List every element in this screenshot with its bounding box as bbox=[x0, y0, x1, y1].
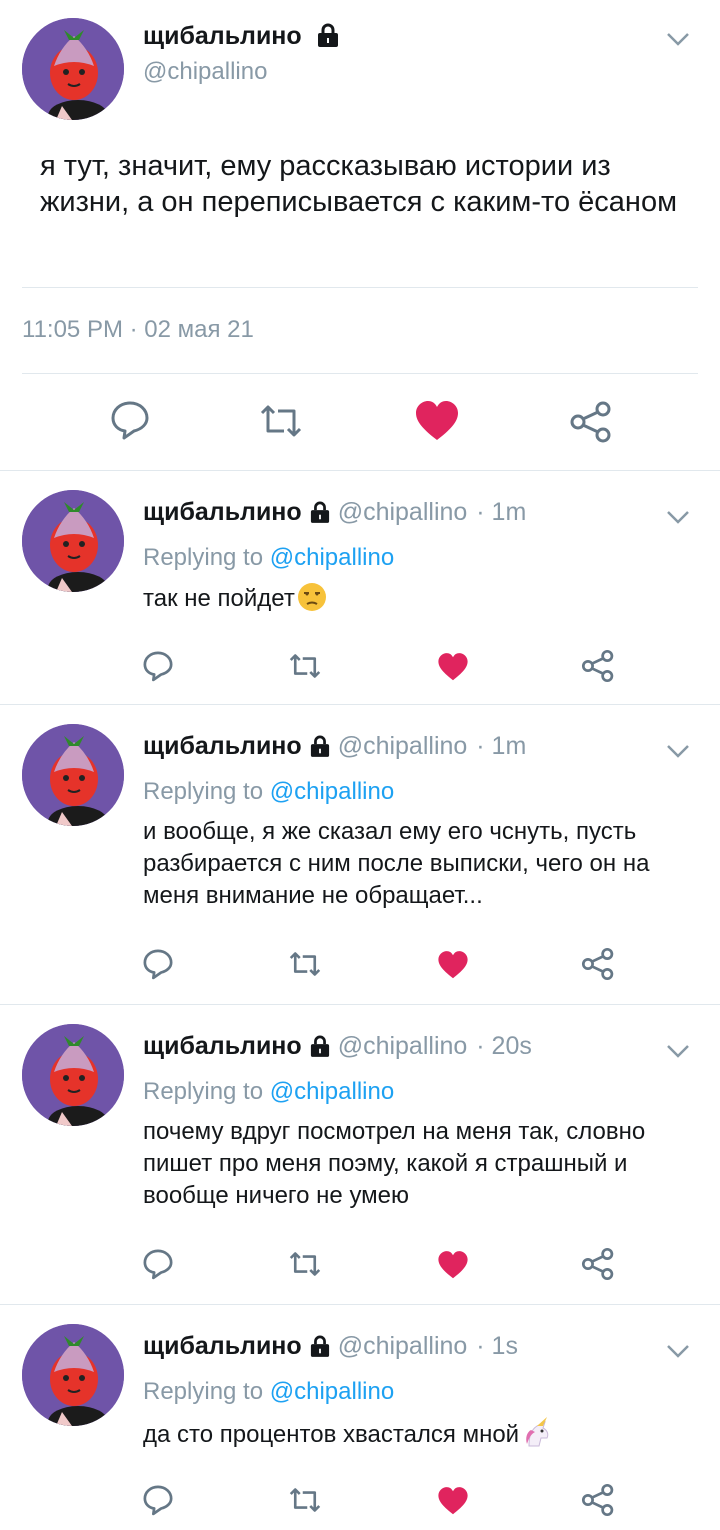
mention-link[interactable]: @chipallino bbox=[270, 544, 394, 571]
share-button[interactable] bbox=[580, 946, 616, 982]
mention-link[interactable]: @chipallino bbox=[270, 1078, 394, 1105]
reply-icon bbox=[143, 949, 173, 980]
tweet-text: почему вдруг посмотрел на меня так, слов… bbox=[143, 1118, 646, 1209]
replying-to: Replying to @chipallino bbox=[143, 1078, 395, 1105]
heart-icon bbox=[438, 951, 468, 979]
display-name[interactable]: щибальлино @chipallino · 1m bbox=[143, 498, 526, 527]
like-button[interactable] bbox=[414, 400, 460, 442]
retweet-button[interactable] bbox=[285, 1248, 325, 1280]
chevron-down-icon[interactable] bbox=[666, 32, 690, 46]
divider bbox=[22, 287, 698, 288]
mention-link[interactable]: @chipallino bbox=[270, 778, 394, 805]
retweet-icon bbox=[289, 1252, 321, 1276]
divider bbox=[0, 470, 720, 471]
tweet-text: так не пойдет bbox=[143, 582, 703, 621]
unicorn-emoji bbox=[521, 1416, 553, 1457]
tweet-time: · 1m bbox=[476, 732, 527, 760]
reply-button[interactable] bbox=[140, 648, 176, 684]
reply-icon bbox=[143, 1249, 173, 1280]
share-icon bbox=[581, 1483, 614, 1517]
reply-button[interactable] bbox=[108, 398, 152, 442]
display-name[interactable]: щибальлино @chipallino · 20s bbox=[143, 1032, 532, 1061]
replying-to: Replying to @chipallino bbox=[143, 778, 395, 805]
retweet-icon bbox=[289, 952, 321, 976]
heart-icon bbox=[438, 1487, 468, 1515]
share-icon bbox=[581, 947, 614, 981]
tweet-text: да сто процентов хвастался мной bbox=[143, 1416, 703, 1457]
reply-icon bbox=[143, 651, 173, 682]
share-button[interactable] bbox=[580, 1482, 616, 1518]
display-name[interactable]: щибальлино @chipallino · 1s bbox=[143, 1332, 518, 1361]
timestamp: 11:05 PM · 02 мая 21 bbox=[22, 316, 254, 343]
divider bbox=[22, 373, 698, 374]
retweet-button[interactable] bbox=[256, 400, 306, 442]
share-icon bbox=[581, 1247, 614, 1281]
lock-icon bbox=[310, 501, 329, 523]
heart-icon bbox=[416, 401, 458, 440]
tweet-time: · 1m bbox=[476, 498, 527, 526]
handle: @chipallino bbox=[337, 1032, 468, 1060]
handle: @chipallino bbox=[337, 498, 468, 526]
share-button[interactable] bbox=[580, 1246, 616, 1282]
reply-button[interactable] bbox=[140, 946, 176, 982]
lock-icon bbox=[310, 735, 329, 757]
lock-icon bbox=[317, 23, 338, 47]
lock-icon bbox=[310, 1335, 329, 1357]
handle: @chipallino bbox=[337, 732, 468, 760]
share-button[interactable] bbox=[580, 648, 616, 684]
display-name[interactable]: щибальлино @chipallino · 1m bbox=[143, 732, 526, 761]
tweet-time: · 20s bbox=[476, 1032, 532, 1060]
unamused-face-emoji bbox=[297, 582, 327, 621]
handle: @chipallino bbox=[143, 58, 268, 85]
share-icon bbox=[570, 401, 611, 443]
divider bbox=[0, 1004, 720, 1005]
like-button[interactable] bbox=[436, 1485, 470, 1517]
retweet-icon bbox=[260, 405, 302, 437]
retweet-button[interactable] bbox=[285, 948, 325, 980]
retweet-button[interactable] bbox=[285, 1484, 325, 1516]
avatar[interactable] bbox=[22, 724, 124, 826]
reply-button[interactable] bbox=[140, 1482, 176, 1518]
chevron-down-icon[interactable] bbox=[666, 1044, 690, 1058]
chevron-down-icon[interactable] bbox=[666, 1344, 690, 1358]
heart-icon bbox=[438, 653, 468, 681]
handle: @chipallino bbox=[337, 1332, 468, 1360]
tweet-time: · 1s bbox=[476, 1332, 518, 1360]
heart-icon bbox=[438, 1251, 468, 1279]
retweet-button[interactable] bbox=[285, 650, 325, 682]
tweet-text: и вообще, я же сказал ему его чснуть, пу… bbox=[143, 818, 650, 909]
share-icon bbox=[581, 649, 614, 683]
reply-icon bbox=[111, 401, 149, 440]
avatar[interactable] bbox=[22, 1024, 124, 1126]
tweet-text: я тут, значит, ему рассказываю истории и… bbox=[40, 150, 678, 218]
retweet-icon bbox=[289, 1488, 321, 1512]
avatar[interactable] bbox=[22, 490, 124, 592]
share-button[interactable] bbox=[569, 400, 613, 444]
divider bbox=[0, 1304, 720, 1305]
chevron-down-icon[interactable] bbox=[666, 744, 690, 758]
replying-to: Replying to @chipallino bbox=[143, 1378, 395, 1405]
like-button[interactable] bbox=[436, 651, 470, 683]
retweet-icon bbox=[289, 654, 321, 678]
display-name[interactable]: щибальлино bbox=[143, 22, 339, 51]
lock-icon bbox=[310, 1035, 329, 1057]
like-button[interactable] bbox=[436, 1249, 470, 1281]
reply-icon bbox=[143, 1485, 173, 1516]
divider bbox=[0, 704, 720, 705]
chevron-down-icon[interactable] bbox=[666, 510, 690, 524]
mention-link[interactable]: @chipallino bbox=[270, 1378, 394, 1405]
reply-button[interactable] bbox=[140, 1246, 176, 1282]
avatar[interactable] bbox=[22, 1324, 124, 1426]
avatar[interactable] bbox=[22, 18, 124, 120]
replying-to: Replying to @chipallino bbox=[143, 544, 395, 571]
like-button[interactable] bbox=[436, 949, 470, 981]
